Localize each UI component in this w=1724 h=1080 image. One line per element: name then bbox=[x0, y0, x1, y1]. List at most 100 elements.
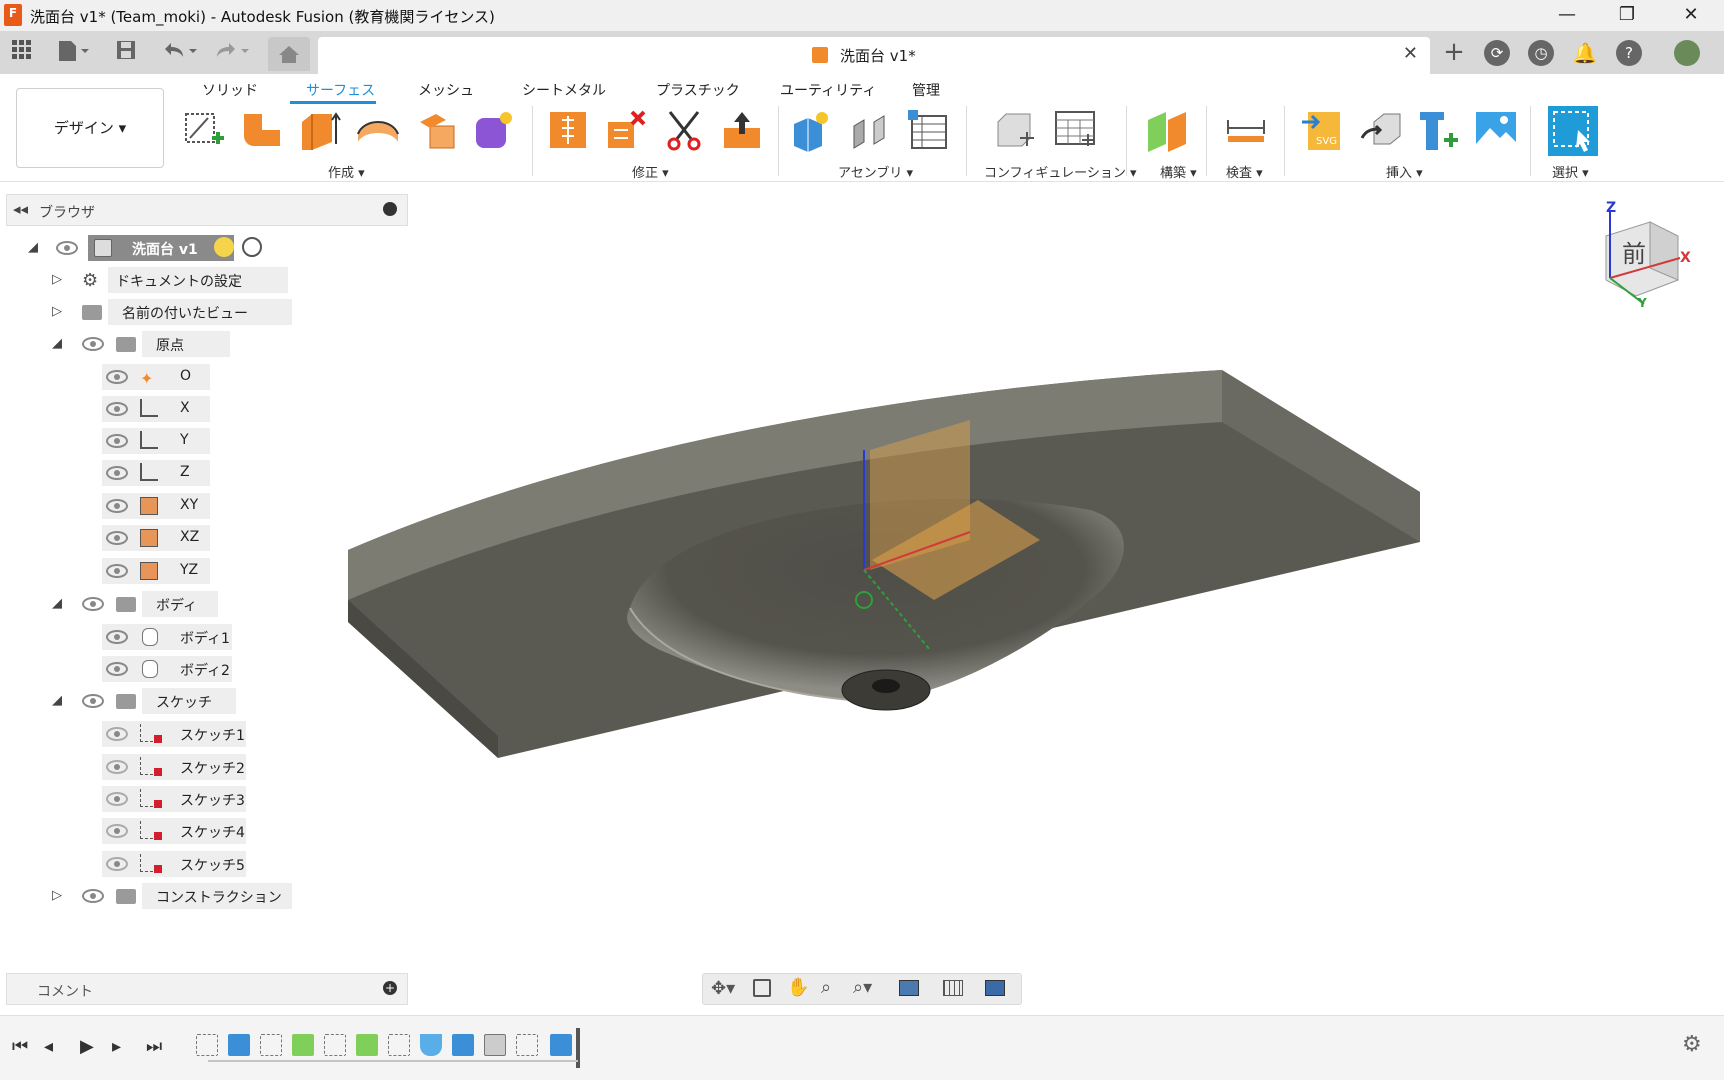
group-configure-label[interactable]: コンフィギュレーション ▾ bbox=[984, 162, 1137, 181]
visibility-eye-icon[interactable] bbox=[106, 662, 128, 676]
collapse-arrow-icon[interactable]: ◢ bbox=[52, 693, 62, 708]
tab-solid[interactable]: ソリッド bbox=[202, 80, 258, 100]
thicken-icon[interactable] bbox=[546, 108, 590, 152]
offset-plane-icon[interactable] bbox=[1144, 108, 1188, 152]
extend-icon[interactable] bbox=[720, 108, 764, 152]
hidden-eye-icon[interactable] bbox=[106, 792, 128, 806]
trim-scissors-icon[interactable] bbox=[662, 108, 706, 152]
insert-mcmaster-icon[interactable] bbox=[1416, 108, 1460, 152]
timeline-play-icon[interactable]: ▶ bbox=[80, 1036, 94, 1057]
tree-origin-axis-z[interactable]: Z bbox=[100, 460, 220, 486]
3d-viewport-model[interactable] bbox=[330, 360, 1430, 800]
tab-utilities[interactable]: ユーティリティ bbox=[780, 80, 876, 100]
comments-panel[interactable]: コメント + bbox=[6, 973, 408, 1005]
group-construct-label[interactable]: 構築 ▾ bbox=[1160, 162, 1197, 181]
visibility-eye-icon[interactable] bbox=[106, 531, 128, 545]
timeline-plane-feature[interactable] bbox=[356, 1034, 378, 1056]
home-button[interactable] bbox=[268, 37, 310, 71]
tree-origin-plane-xy[interactable]: XY bbox=[100, 493, 220, 519]
look-at-icon[interactable] bbox=[753, 979, 771, 997]
app-grid-icon[interactable] bbox=[10, 39, 34, 65]
revolve-icon[interactable] bbox=[298, 108, 342, 152]
visibility-eye-icon[interactable] bbox=[106, 564, 128, 578]
visibility-eye-icon[interactable] bbox=[106, 434, 128, 448]
new-component-icon[interactable] bbox=[790, 108, 834, 152]
expand-arrow-icon[interactable]: ▷ bbox=[52, 888, 62, 903]
undo-icon[interactable] bbox=[160, 39, 200, 65]
minimize-button[interactable]: — bbox=[1544, 0, 1590, 31]
visibility-eye-icon[interactable] bbox=[56, 241, 78, 255]
user-avatar[interactable] bbox=[1674, 40, 1700, 66]
hidden-eye-icon[interactable] bbox=[106, 824, 128, 838]
tree-origin-point[interactable]: ✦ O bbox=[100, 364, 220, 390]
tab-surface[interactable]: サーフェス bbox=[306, 80, 375, 100]
tab-manage[interactable]: 管理 bbox=[912, 80, 940, 100]
timeline-combine-feature[interactable] bbox=[452, 1034, 474, 1056]
job-status-icon[interactable]: ⟳ bbox=[1484, 40, 1510, 66]
tree-document-settings[interactable]: ▷ ⚙ ドキュメントの設定 bbox=[50, 267, 300, 293]
bill-of-materials-icon[interactable] bbox=[906, 108, 950, 152]
timeline-marker[interactable] bbox=[576, 1028, 580, 1068]
timeline-previous-icon[interactable]: ◂ bbox=[44, 1036, 53, 1057]
select-tool-icon[interactable] bbox=[1546, 104, 1600, 158]
create-form-icon[interactable] bbox=[472, 108, 516, 152]
history-clock-icon[interactable]: ◷ bbox=[1528, 40, 1554, 66]
tree-construction-folder[interactable]: ▷ コンストラクション bbox=[50, 883, 300, 909]
insert-derive-icon[interactable] bbox=[1358, 108, 1402, 152]
workspace-switcher-button[interactable]: デザイン ▾ bbox=[16, 88, 164, 168]
active-radio-icon[interactable] bbox=[242, 237, 262, 257]
sweep-icon[interactable] bbox=[356, 108, 400, 152]
visibility-eye-icon[interactable] bbox=[106, 402, 128, 416]
tree-sketch-2[interactable]: スケッチ2 bbox=[100, 754, 250, 780]
timeline-shell-feature[interactable] bbox=[484, 1034, 506, 1056]
timeline-first-icon[interactable]: ⏮ bbox=[12, 1036, 28, 1057]
viewports-icon[interactable] bbox=[985, 980, 1005, 996]
configuration-table-icon[interactable] bbox=[1052, 108, 1096, 152]
tree-origin-axis-x[interactable]: X bbox=[100, 396, 220, 422]
group-modify-label[interactable]: 修正 ▾ bbox=[632, 162, 669, 181]
maximize-button[interactable]: ❐ bbox=[1604, 0, 1650, 31]
timeline-last-icon[interactable]: ⏭ bbox=[146, 1036, 162, 1057]
notification-bell-icon[interactable]: 🔔 bbox=[1572, 40, 1598, 66]
fit-icon[interactable]: ⌕▾ bbox=[853, 977, 872, 998]
close-window-button[interactable]: ✕ bbox=[1668, 0, 1714, 31]
collapse-arrow-icon[interactable]: ◢ bbox=[52, 596, 62, 611]
tree-sketch-3[interactable]: スケッチ3 bbox=[100, 786, 250, 812]
tree-sketch-1[interactable]: スケッチ1 bbox=[100, 721, 250, 747]
visibility-eye-icon[interactable] bbox=[106, 630, 128, 644]
hidden-eye-icon[interactable] bbox=[106, 760, 128, 774]
insert-canvas-icon[interactable] bbox=[1474, 108, 1518, 152]
file-menu-icon[interactable] bbox=[56, 39, 92, 65]
configuration-icon[interactable] bbox=[994, 108, 1038, 152]
timeline-sketch-feature[interactable] bbox=[260, 1034, 282, 1056]
group-assemble-label[interactable]: アセンブリ ▾ bbox=[838, 162, 913, 181]
collapse-arrow-icon[interactable]: ◢ bbox=[52, 336, 62, 351]
expand-arrow-icon[interactable]: ▷ bbox=[52, 272, 62, 287]
new-tab-plus-icon[interactable]: + bbox=[1440, 39, 1468, 65]
tree-body-2[interactable]: ボディ2 bbox=[100, 656, 240, 682]
tree-origin-axis-y[interactable]: Y bbox=[100, 428, 220, 454]
viewcube[interactable]: 前 Z X Y bbox=[1596, 200, 1696, 310]
close-tab-icon[interactable]: ✕ bbox=[1403, 43, 1418, 64]
activate-component-icon[interactable] bbox=[214, 237, 234, 257]
loft-icon[interactable] bbox=[414, 108, 458, 152]
group-inspect-label[interactable]: 検査 ▾ bbox=[1226, 162, 1263, 181]
tree-root-component[interactable]: ◢ 洗面台 v1 bbox=[26, 235, 276, 261]
measure-icon[interactable] bbox=[1224, 108, 1268, 152]
delete-face-icon[interactable] bbox=[604, 108, 648, 152]
grid-settings-icon[interactable] bbox=[943, 980, 963, 996]
insert-svg-icon[interactable]: SVG bbox=[1300, 108, 1344, 152]
group-select-label[interactable]: 選択 ▾ bbox=[1552, 162, 1589, 181]
document-tab[interactable]: 洗面台 v1* ✕ bbox=[318, 37, 1430, 74]
tree-named-views[interactable]: ▷ 名前の付いたビュー bbox=[50, 299, 300, 325]
tree-bodies-folder[interactable]: ◢ ボディ bbox=[50, 591, 300, 617]
hidden-eye-icon[interactable] bbox=[106, 727, 128, 741]
save-icon[interactable] bbox=[114, 39, 138, 65]
zoom-icon[interactable]: ⌕ bbox=[821, 977, 831, 998]
visibility-eye-icon[interactable] bbox=[82, 597, 104, 611]
visibility-eye-icon[interactable] bbox=[82, 889, 104, 903]
visibility-eye-icon[interactable] bbox=[82, 337, 104, 351]
collapse-arrow-icon[interactable]: ◢ bbox=[28, 240, 38, 255]
create-sketch-icon[interactable] bbox=[182, 108, 226, 152]
timeline-plane-feature[interactable] bbox=[292, 1034, 314, 1056]
